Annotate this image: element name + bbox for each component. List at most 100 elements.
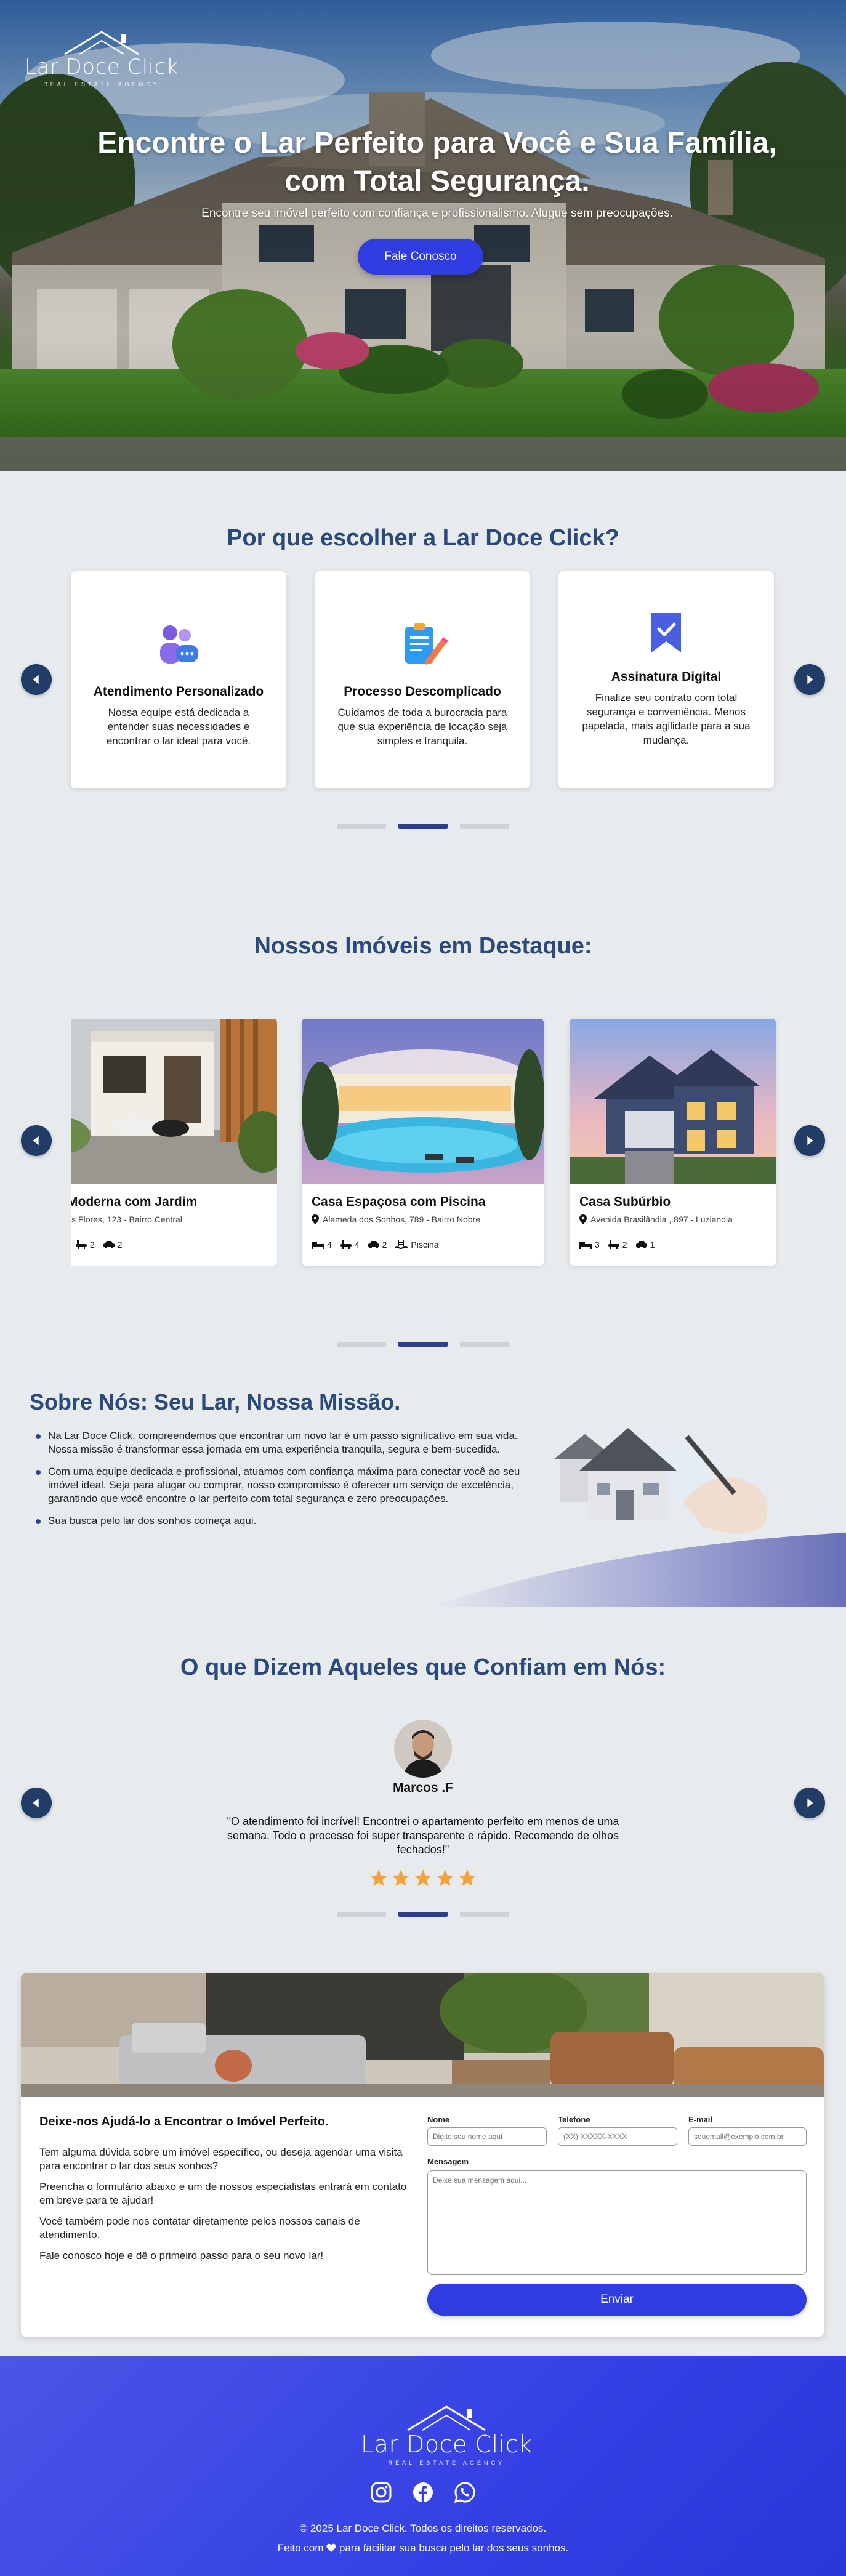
chevron-left-icon: [33, 1136, 39, 1146]
why-section-title: Por que escolher a Lar Doce Click?: [227, 525, 619, 551]
instagram-link[interactable]: [369, 2481, 393, 2504]
house-roof-logo-icon: [64, 31, 139, 55]
property-photo: [302, 1019, 544, 1184]
property-features: 3 2 1: [579, 1240, 766, 1250]
chevron-right-icon: [807, 675, 813, 684]
property-photo: [71, 1019, 277, 1184]
car-icon: [368, 1241, 379, 1248]
contact-section: Deixe-nos Ajudá-lo a Encontrar o Imóvel …: [21, 1973, 824, 2337]
map-pin-icon: [312, 1214, 319, 1224]
whatsapp-icon: [454, 2482, 475, 2503]
property-title: Casa Espaçosa com Piscina: [312, 1195, 486, 1209]
bathtub-icon: [76, 1240, 87, 1249]
house-roof-logo-icon: [407, 2405, 486, 2431]
property-address: Avenida Brasilândia , 897 - Luziandia: [579, 1214, 766, 1224]
carousel-dot[interactable]: [337, 824, 386, 829]
car-icon: [103, 1241, 115, 1248]
logo-tagline: REAL ESTATE AGENCY: [388, 2460, 505, 2466]
hero-title: Encontre o Lar Perfeito para Você e Sua …: [97, 127, 777, 198]
why-card: Assinatura Digital Finalize seu contrato…: [558, 571, 774, 788]
heart-icon: [326, 2543, 336, 2552]
logo-tagline: REAL ESTATE AGENCY: [43, 81, 160, 87]
name-input[interactable]: [427, 2127, 547, 2146]
testimonial-name: Marcos .F: [392, 1781, 454, 1795]
message-label: Mensagem: [427, 2157, 469, 2166]
testimonials-section-title: O que Dizem Aqueles que Confiam em Nós:: [180, 1655, 666, 1680]
map-pin-icon: [579, 1214, 587, 1224]
why-card: Processo Descomplicado Cuidamos de toda …: [315, 571, 530, 788]
whatsapp-link[interactable]: [453, 2481, 477, 2504]
why-card: Atendimento Personalizado Nossa equipe e…: [71, 571, 286, 788]
pool-icon: [395, 1240, 408, 1249]
bed-icon: [579, 1242, 592, 1249]
properties-prev-arrow[interactable]: [21, 1125, 52, 1156]
property-card[interactable]: Casa Subúrbio Avenida Brasilândia , 897 …: [570, 1019, 776, 1266]
phone-label: Telefone: [558, 2115, 590, 2124]
phone-input[interactable]: [558, 2127, 677, 2146]
carousel-dot[interactable]: [337, 1912, 386, 1917]
contact-text: Tem alguma dúvida sobre um imóvel especí…: [39, 2146, 407, 2261]
chevron-right-icon: [807, 1136, 813, 1146]
chevron-left-icon: [33, 675, 39, 684]
property-address: Rua das Flores, 123 - Bairro Central: [71, 1214, 267, 1224]
footer-logo[interactable]: Lar Doce Click REAL ESTATE AGENCY: [361, 2404, 533, 2466]
carousel-dot-active[interactable]: [398, 1912, 448, 1917]
message-textarea[interactable]: [427, 2170, 807, 2275]
property-address: Alameda dos Sonhos, 789 - Bairro Nobre: [312, 1214, 534, 1224]
star-icon: [437, 1869, 454, 1887]
property-card[interactable]: Casa Espaçosa com Piscina Alameda dos So…: [302, 1019, 544, 1266]
star-icon: [370, 1869, 387, 1887]
why-card-text: Nossa equipe está dedicada a entender su…: [106, 707, 251, 747]
name-label: Nome: [427, 2115, 450, 2124]
why-prev-arrow[interactable]: [21, 664, 52, 695]
logo-name: Lar Doce Click: [25, 55, 179, 79]
carousel-dot[interactable]: [337, 1342, 386, 1347]
why-card-title: Atendimento Personalizado: [93, 684, 264, 699]
why-card-title: Assinatura Digital: [611, 670, 722, 684]
hero-section: Lar Doce Click REAL ESTATE AGENCY Encont…: [0, 0, 846, 471]
hero-subtitle: Encontre seu imóvel perfeito com confian…: [201, 207, 673, 220]
clipboard-pencil-icon: [405, 623, 448, 665]
logo-name: Lar Doce Click: [361, 2431, 533, 2458]
contact-us-button[interactable]: Fale Conosco: [358, 239, 483, 275]
why-card-text: Finalize seu contrato com total seguranç…: [582, 692, 751, 746]
footer: Lar Doce Click REAL ESTATE AGENCY © 2025…: [0, 2356, 846, 2576]
property-title: Casa Subúrbio: [579, 1195, 671, 1209]
send-button[interactable]: Enviar: [427, 2284, 807, 2316]
landing-page: Lar Doce Click REAL ESTATE AGENCY Encont…: [0, 0, 846, 2576]
carousel-dot[interactable]: [460, 824, 509, 829]
testimonials-carousel-dots: [337, 1912, 509, 1917]
support-people-icon: [160, 625, 198, 664]
living-room-photo: [21, 1973, 824, 2097]
car-icon: [635, 1241, 647, 1248]
carousel-dot[interactable]: [460, 1912, 509, 1917]
bathtub-icon: [340, 1240, 352, 1249]
facebook-icon: [413, 2482, 433, 2502]
property-features: 2 2: [71, 1240, 267, 1250]
why-card-title: Processo Descomplicado: [344, 684, 501, 699]
bathtub-icon: [608, 1240, 619, 1249]
why-carousel-dots: [337, 824, 509, 829]
properties-next-arrow[interactable]: [794, 1125, 825, 1156]
email-input[interactable]: [688, 2127, 807, 2146]
facebook-link[interactable]: [411, 2481, 435, 2504]
avatar: [394, 1720, 452, 1778]
chevron-right-icon: [807, 1798, 813, 1808]
properties-section-title: Nossos Imóveis em Destaque:: [254, 933, 592, 959]
star-icon: [459, 1869, 476, 1887]
bookmark-check-icon: [651, 613, 681, 652]
why-next-arrow[interactable]: [794, 664, 825, 695]
why-card-text: Cuidamos de toda a burocracia para que s…: [337, 707, 507, 747]
rating-stars: [369, 1869, 477, 1890]
star-icon: [392, 1869, 409, 1887]
property-card[interactable]: Casa Moderna com Jardim Rua das Flores, …: [71, 1019, 277, 1266]
brand-logo[interactable]: Lar Doce Click REAL ESTATE AGENCY: [25, 30, 179, 87]
carousel-dot[interactable]: [460, 1342, 509, 1347]
testimonial-quote: "O atendimento foi incrível! Encontrei o…: [227, 1815, 619, 1856]
carousel-dot-active[interactable]: [398, 824, 448, 829]
property-features: 4 4 2 Piscina: [312, 1240, 534, 1250]
bed-icon: [312, 1242, 324, 1249]
carousel-dot-active[interactable]: [398, 1342, 448, 1347]
instagram-icon: [371, 2482, 392, 2503]
chevron-left-icon: [33, 1798, 39, 1808]
